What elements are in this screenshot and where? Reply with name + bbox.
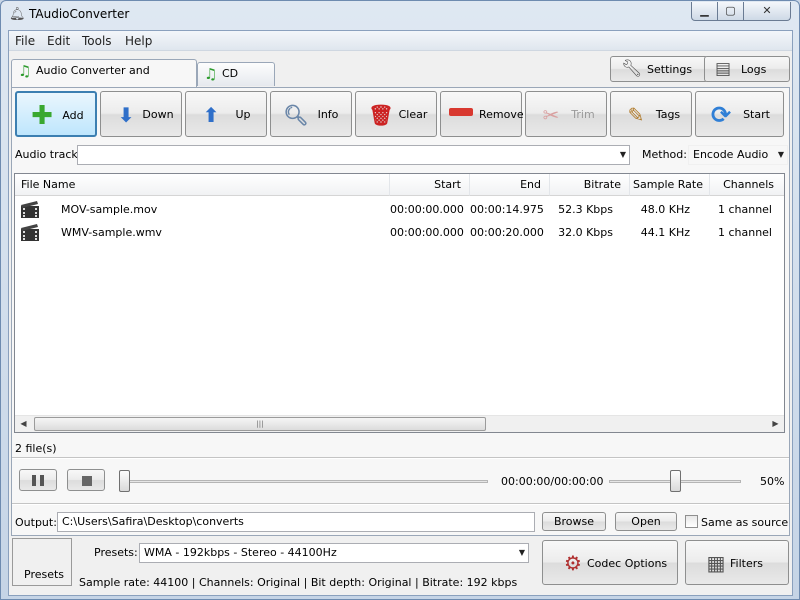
- scroll-left-icon[interactable]: ◀: [15, 416, 32, 432]
- output-path-field[interactable]: C:\Users\Safira\Desktop\converts: [57, 512, 535, 532]
- video-file-icon: [21, 201, 39, 218]
- presets-label: Presets:: [94, 546, 138, 559]
- open-button[interactable]: Open: [615, 512, 677, 531]
- pencil-icon: ✎: [627, 103, 645, 127]
- same-as-source-label: Same as source: [701, 516, 789, 529]
- scrollbar-thumb[interactable]: |||: [34, 417, 486, 431]
- menu-bar: File Edit Tools Help: [9, 31, 792, 51]
- seek-track[interactable]: [124, 480, 488, 483]
- music-note-icon: ♫: [18, 62, 32, 80]
- file-list[interactable]: File Name Start End Bitrate Sample Rate …: [14, 173, 785, 433]
- chevron-down-icon: ▼: [777, 150, 784, 159]
- table-row[interactable]: WMV-sample.wmv 00:00:00.000 00:00:20.000…: [15, 221, 784, 244]
- column-header-end[interactable]: End: [470, 174, 550, 196]
- menu-edit[interactable]: Edit: [47, 34, 70, 48]
- video-file-icon: [21, 224, 39, 241]
- minimize-button[interactable]: ▁: [691, 2, 718, 21]
- codec-options-button[interactable]: ⚙ Codec Options: [542, 540, 678, 585]
- remove-button[interactable]: Remove: [440, 91, 524, 137]
- window-title: TAudioConverter: [29, 7, 130, 21]
- file-count: 2 file(s): [15, 442, 57, 455]
- arrow-down-icon: ⬇: [117, 103, 135, 127]
- music-note-icon: ♫: [204, 65, 218, 83]
- start-button[interactable]: ⟳ Start: [695, 91, 784, 137]
- chevron-down-icon: ▼: [518, 548, 525, 557]
- scissors-icon: ✂: [542, 103, 560, 127]
- menu-tools[interactable]: Tools: [82, 34, 112, 48]
- table-row[interactable]: MOV-sample.mov 00:00:00.000 00:00:14.975…: [15, 198, 784, 221]
- column-header-start[interactable]: Start: [390, 174, 470, 196]
- browse-button[interactable]: Browse: [542, 512, 606, 531]
- bell-app-icon: 🔔︎: [9, 7, 26, 22]
- presets-button[interactable]: Presets: [12, 538, 72, 586]
- presets-combo[interactable]: WMA - 192kbps - Stereo - 44100Hz ▼: [139, 543, 529, 563]
- chevron-down-icon: ▼: [619, 150, 626, 159]
- column-header-file-name[interactable]: File Name: [15, 174, 390, 196]
- output-label: Output:: [15, 516, 57, 529]
- down-button[interactable]: ⬇ Down: [100, 91, 182, 137]
- clear-button[interactable]: 🗑︎ Clear: [355, 91, 437, 137]
- refresh-icon: ⟳: [710, 101, 732, 129]
- same-as-source-checkbox[interactable]: [685, 515, 698, 528]
- filters-button[interactable]: ▦ Filters: [685, 540, 789, 585]
- column-header-channels[interactable]: Channels: [710, 174, 784, 196]
- seek-slider-handle[interactable]: [119, 470, 130, 492]
- arrow-up-icon: ⬆: [202, 103, 220, 127]
- plus-icon: ✚: [31, 101, 53, 131]
- client-area: File Edit Tools Help ♫ Audio Converter a…: [8, 30, 793, 596]
- add-button[interactable]: ✚ Add: [15, 91, 97, 137]
- audio-track-label: Audio track:: [15, 148, 82, 161]
- trim-button[interactable]: ✂ Trim: [525, 91, 607, 137]
- method-label: Method:: [642, 148, 687, 161]
- logs-button[interactable]: ▤ Logs: [704, 56, 790, 82]
- app-window: 🔔︎ TAudioConverter ▁ ▢ ✕ File Edit Tools…: [0, 0, 800, 600]
- pause-button[interactable]: [19, 469, 57, 491]
- close-button[interactable]: ✕: [743, 2, 791, 21]
- tab-cd-ripper[interactable]: ♫ CD Ripper: [197, 62, 275, 102]
- recycle-bin-icon: 🗑︎: [368, 103, 394, 127]
- up-button[interactable]: ⬆ Up: [185, 91, 267, 137]
- pause-icon: [32, 475, 44, 486]
- divider: [12, 457, 789, 459]
- method-combo[interactable]: Encode Audio ▼: [688, 145, 788, 165]
- filters-icon: ▦: [706, 551, 726, 575]
- menu-help[interactable]: Help: [125, 34, 152, 48]
- presets-button-label: Presets: [24, 568, 65, 581]
- maximize-button[interactable]: ▢: [717, 2, 744, 21]
- stop-icon: [82, 476, 92, 486]
- divider: [12, 503, 789, 505]
- scroll-right-icon[interactable]: ▶: [767, 416, 784, 432]
- volume-readout: 50%: [760, 475, 785, 488]
- tab-audio-converter[interactable]: ♫ Audio Converter and Extractor: [11, 59, 197, 99]
- settings-button[interactable]: 🔧︎ Settings: [610, 56, 708, 82]
- info-button[interactable]: 🔍︎ Info: [270, 91, 352, 137]
- document-icon: ▤: [715, 59, 732, 79]
- codec-icon: ⚙: [564, 551, 582, 575]
- horizontal-scrollbar[interactable]: ◀ ||| ▶: [15, 415, 784, 432]
- time-readout: 00:00:00/00:00:00: [501, 475, 604, 488]
- menu-file[interactable]: File: [15, 34, 35, 48]
- tags-button[interactable]: ✎ Tags: [610, 91, 692, 137]
- minus-icon: [449, 108, 473, 116]
- wrench-icon: 🔧︎: [621, 59, 643, 79]
- column-header-sample-rate[interactable]: Sample Rate: [630, 174, 710, 196]
- preset-info: Sample rate: 44100 | Channels: Original …: [79, 576, 518, 589]
- stop-button[interactable]: [67, 469, 105, 491]
- title-bar[interactable]: 🔔︎ TAudioConverter ▁ ▢ ✕: [1, 1, 799, 31]
- volume-slider-handle[interactable]: [670, 470, 681, 492]
- magnifier-icon: 🔍︎: [283, 103, 309, 127]
- column-header-bitrate[interactable]: Bitrate: [550, 174, 630, 196]
- audio-track-combo[interactable]: ▼: [77, 145, 630, 165]
